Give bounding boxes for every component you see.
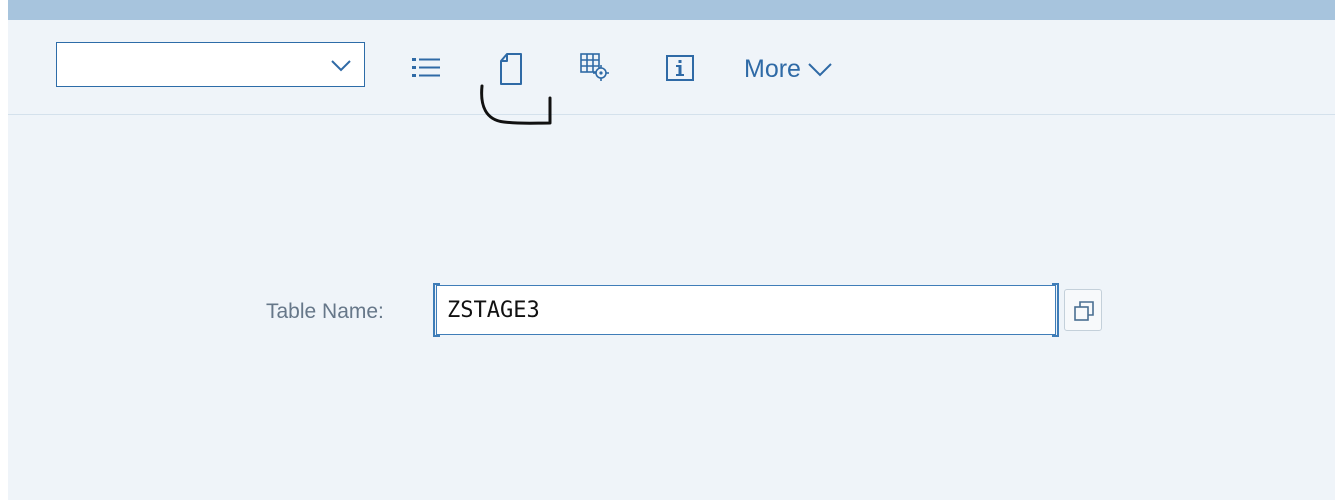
more-button-label: More — [744, 54, 801, 83]
table-settings-icon[interactable] — [579, 52, 611, 82]
chevron-down-icon[interactable] — [330, 55, 352, 75]
list-icon[interactable] — [411, 54, 441, 82]
more-button[interactable]: More — [744, 54, 833, 84]
chevron-down-icon — [808, 63, 832, 77]
sap-window: More Table Name: — [8, 0, 1335, 500]
focus-bracket-right — [1052, 283, 1059, 337]
table-name-row: Table Name: — [8, 282, 1335, 342]
command-field[interactable] — [56, 42, 365, 87]
value-help-icon — [1074, 301, 1094, 321]
header-bar — [8, 0, 1335, 20]
handwritten-annotation-mark — [480, 84, 552, 125]
table-name-field[interactable] — [433, 283, 1059, 337]
value-help-button[interactable] — [1064, 289, 1102, 331]
info-icon[interactable] — [665, 54, 695, 82]
command-input[interactable] — [57, 43, 317, 86]
toolbar: More — [8, 20, 1335, 115]
table-name-input[interactable] — [437, 286, 1055, 334]
table-name-label: Table Name: — [266, 300, 384, 323]
